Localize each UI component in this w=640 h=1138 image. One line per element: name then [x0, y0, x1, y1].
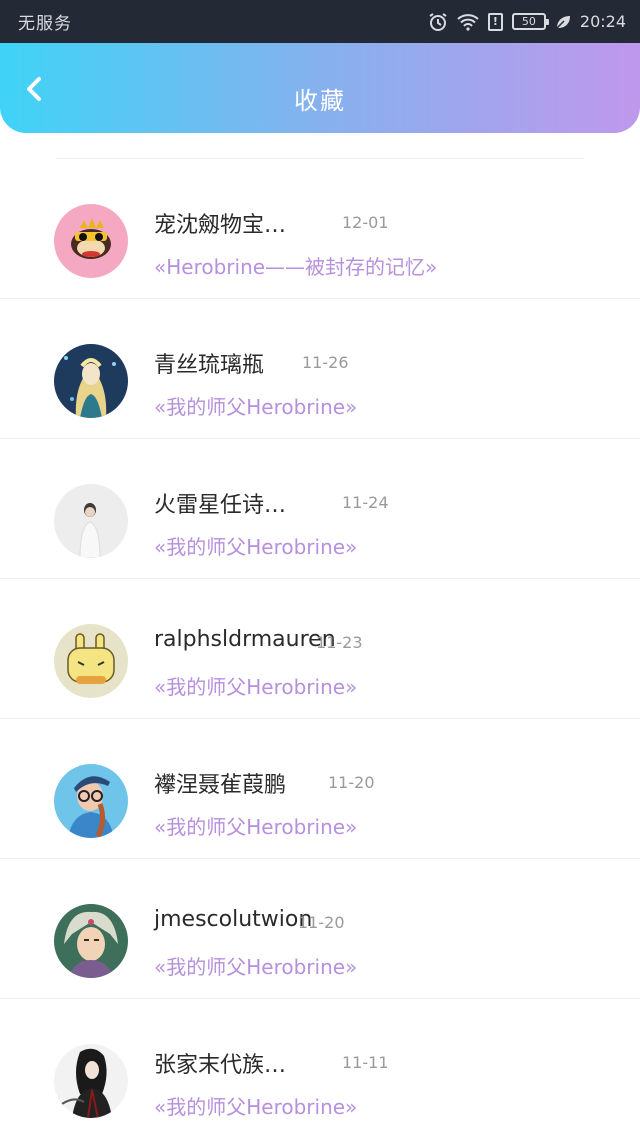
favorite-date: 11-24: [342, 493, 389, 512]
work-title-link[interactable]: «Herobrine——被封存的记忆»: [154, 251, 437, 280]
list-item[interactable]: 火雷星任诗… 11-24 «我的师父Herobrine»: [0, 439, 640, 579]
favorite-date: 11-20: [298, 913, 345, 932]
user-name: 火雷星任诗…: [154, 493, 287, 518]
work-title-link[interactable]: «我的师父Herobrine»: [154, 391, 357, 420]
user-name: 张家末代族…: [154, 1053, 287, 1078]
battery-level: 50: [521, 15, 536, 28]
battery-icon: 50: [511, 13, 549, 30]
user-name: jmescolutwion: [154, 907, 313, 932]
list-item[interactable]: 襻涅聂雈葭鹏 11-20 «我的师父Herobrine»: [0, 719, 640, 859]
avatar[interactable]: [54, 764, 128, 838]
page-title: 收藏: [294, 87, 346, 115]
anime-boy-avatar-icon: [54, 904, 128, 978]
list-item[interactable]: 青丝琉璃瓶 11-26 «我的师父Herobrine»: [0, 299, 640, 439]
dark-warrior-avatar-icon: [54, 1044, 128, 1118]
list-item[interactable]: ralphsldrmauren 11-23 «我的师父Herobrine»: [0, 579, 640, 719]
user-name: 宠沈劔物宝…: [154, 213, 287, 238]
bunny-cartoon-avatar-icon: [54, 624, 128, 698]
avatar[interactable]: [54, 204, 128, 278]
list-item[interactable]: 宠沈劔物宝… 12-01 «Herobrine——被封存的记忆»: [0, 159, 640, 299]
anime-girl-avatar-icon: [54, 344, 128, 418]
work-title-link[interactable]: «我的师父Herobrine»: [154, 531, 357, 560]
leaf-icon: [555, 14, 571, 30]
work-title-link[interactable]: «我的师父Herobrine»: [154, 811, 357, 840]
favorite-date: 12-01: [342, 213, 389, 232]
sim-alert-icon: !: [487, 12, 503, 31]
work-title-link[interactable]: «我的师父Herobrine»: [154, 951, 357, 980]
wifi-icon: [457, 13, 479, 31]
favorite-date: 11-11: [342, 1053, 389, 1072]
user-name: 青丝琉璃瓶: [154, 353, 265, 378]
favorite-date: 11-26: [302, 353, 349, 372]
alarm-icon: [428, 12, 448, 32]
work-title-link[interactable]: «我的师父Herobrine»: [154, 1091, 357, 1120]
avatar[interactable]: [54, 1044, 128, 1118]
person-white-avatar-icon: [54, 484, 128, 558]
user-name: ralphsldrmauren: [154, 627, 336, 652]
list-item[interactable]: 张家末代族… 11-11 «我的师父Herobrine»: [0, 999, 640, 1138]
list-item[interactable]: jmescolutwion 11-20 «我的师父Herobrine»: [0, 859, 640, 999]
avatar[interactable]: [54, 484, 128, 558]
avatar[interactable]: [54, 624, 128, 698]
girl-glasses-avatar-icon: [54, 764, 128, 838]
status-bar: 无服务 ! 50 20:24: [0, 0, 640, 43]
carrier-text: 无服务: [18, 14, 72, 34]
avatar[interactable]: [54, 344, 128, 418]
user-name: 襻涅聂雈葭鹏: [154, 773, 287, 798]
favorite-date: 11-23: [316, 633, 363, 652]
favorites-list: 宠沈劔物宝… 12-01 «Herobrine——被封存的记忆» 青丝琉璃瓶 1…: [0, 148, 640, 1138]
avatar[interactable]: [54, 904, 128, 978]
clock-text: 20:24: [579, 12, 626, 31]
monkey-cartoon-avatar-icon: [54, 204, 128, 278]
header-bar: 收藏: [0, 43, 640, 133]
work-title-link[interactable]: «我的师父Herobrine»: [154, 671, 357, 700]
favorite-date: 11-20: [328, 773, 375, 792]
status-icons: ! 50 20:24: [428, 12, 626, 32]
